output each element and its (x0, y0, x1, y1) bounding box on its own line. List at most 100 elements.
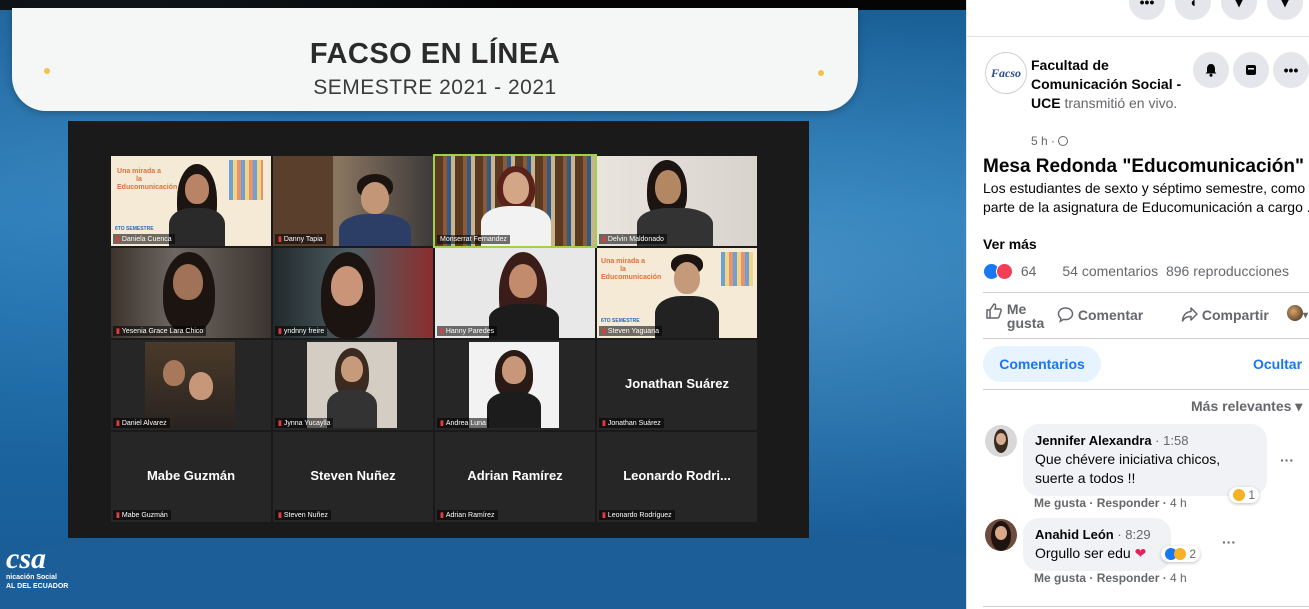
share-button[interactable]: Compartir (1181, 306, 1269, 326)
comment-more-icon[interactable]: ··· (1222, 534, 1236, 550)
participant-display-name: Mabe Guzmán (146, 468, 236, 483)
comment-bubble: Jennifer Alexandra · 1:58 Que chévere in… (1023, 424, 1267, 496)
user-avatar-icon (1287, 305, 1303, 321)
participant-tile: Leonardo Rodri... ▮ Leonardo Rodríguez (597, 432, 757, 522)
facso-logo: csa nicación Social AL DEL ECUADOR (6, 542, 69, 591)
participant-tile: Jonathan Suárez ▮ Jonathan Suárez (597, 340, 757, 430)
participant-name: ▮ Hanny Paredes (437, 326, 498, 336)
participant-name: ▮ Andrea Luna (437, 418, 489, 428)
chevron-down-icon: ▾ (1295, 398, 1303, 414)
participant-name: ▮ Delvin Maldonado (599, 234, 667, 244)
participant-tile: ▮ Jynna Yucaylla (273, 340, 433, 430)
more-options-icon[interactable]: ••• (1273, 52, 1309, 88)
messenger-icon[interactable]: ◖ (1175, 0, 1211, 20)
comment-avatar[interactable] (985, 519, 1017, 551)
participant-name: ▮ Steven Nuñez (275, 510, 331, 520)
view-count: 896 reproducciones (1165, 263, 1289, 279)
decor-dot (818, 70, 824, 76)
participant-tile: ▮ Hanny Paredes (435, 248, 595, 338)
globe-icon (1058, 136, 1069, 146)
promo-badge: 6TO SEMESTRE (601, 318, 640, 324)
participant-tile: Steven Nuñez ▮ Steven Nuñez (273, 432, 433, 522)
comment-avatar[interactable] (985, 425, 1017, 457)
participant-display-name: Leonardo Rodri... (623, 468, 731, 483)
reactions-bar[interactable]: 64 54 comentarios 896 reproducciones (983, 263, 1289, 280)
promo-text: Una mirada a la Educomunicación (117, 168, 178, 191)
notification-icon[interactable]: ▾ (1221, 0, 1257, 20)
participant-tile: ▮ Andrea Luna (435, 340, 595, 430)
post-timestamp[interactable]: 5 h · (1031, 134, 1069, 148)
comment-reactions[interactable]: 1 (1229, 487, 1260, 503)
post-description: Los estudiantes de sexto y séptimo semes… (983, 180, 1309, 215)
comment-reactions[interactable]: 2 (1161, 546, 1201, 562)
divider (983, 338, 1309, 339)
comment-video-time[interactable]: 8:29 (1125, 527, 1150, 542)
participant-tile-active: Monserrat Fernandez (433, 154, 597, 248)
divider (967, 36, 1309, 37)
hide-comments-link[interactable]: Ocultar (1253, 356, 1302, 372)
comment-meta: Me gusta · Responder · 4 h (1034, 496, 1187, 510)
like-button[interactable]: Me gusta (985, 302, 1044, 330)
save-icon[interactable] (1233, 52, 1269, 88)
participant-tile: ▮ yndnny freire (273, 248, 433, 338)
tab-comments[interactable]: Comentarios (983, 346, 1101, 382)
page-avatar[interactable]: Facso (985, 52, 1027, 94)
participant-name: ▮ Adrian Ramírez (437, 510, 498, 520)
divider (983, 292, 1309, 293)
comment-like-link[interactable]: Me gusta (1034, 571, 1086, 585)
title-banner: FACSO EN LÍNEA SEMESTRE 2021 - 2021 (12, 8, 858, 111)
heart-emoji-icon: ❤ (1134, 545, 1147, 561)
comment-icon (1057, 306, 1074, 326)
care-reaction-icon (1233, 489, 1245, 501)
comment-age[interactable]: 4 h (1170, 496, 1187, 510)
comment-reply-link[interactable]: Responder (1097, 571, 1160, 585)
reaction-count: 64 (1020, 263, 1037, 279)
live-video-player[interactable]: FACSO EN LÍNEA SEMESTRE 2021 - 2021 Una … (0, 0, 966, 609)
comment-age[interactable]: 4 h (1170, 571, 1187, 585)
care-reaction-icon (1174, 548, 1186, 560)
share-icon (1181, 306, 1198, 326)
participant-tile: ▮ Daniel Alvarez (111, 340, 271, 430)
participant-name: ▮ Steven Yaguana (599, 326, 662, 336)
participant-name: ▮ Jonathan Suárez (599, 418, 664, 428)
more-icon[interactable]: ••• (1129, 0, 1165, 20)
post-side-panel: ••• ◖ ▾ ▾ Facso Facultad de Comunicación… (966, 0, 1309, 609)
participant-tile: ▮ Danny Tapia (273, 156, 433, 246)
post-title: Mesa Redonda "Educomunicación" (983, 156, 1305, 177)
participant-tile: Una mirada a la Educomunicación 6TO SEME… (597, 248, 757, 338)
comment-like-link[interactable]: Me gusta (1034, 496, 1086, 510)
banner-subtitle: SEMESTRE 2021 - 2021 (313, 76, 557, 99)
comment-author[interactable]: Anahid León (1035, 527, 1114, 542)
participant-display-name: Jonathan Suárez (624, 376, 730, 391)
banner-title: FACSO EN LÍNEA (309, 38, 561, 70)
comment-sort-dropdown[interactable]: Más relevantes ▾ (1191, 398, 1302, 415)
promo-text: Una mirada a la Educomunicación (601, 258, 662, 281)
participant-name: ▮ Daniel Alvarez (113, 418, 170, 428)
account-icon[interactable]: ▾ (1267, 0, 1303, 20)
participant-name: ▮ Yesenia Grace Lara Chico (113, 326, 207, 336)
zoom-gallery: Una mirada a la Educomunicación 6TO SEME… (68, 121, 809, 538)
participant-name: ▮ Jynna Yucaylla (275, 418, 334, 428)
comment-count[interactable]: 54 comentarios (1062, 263, 1158, 279)
decor-dot (44, 68, 50, 74)
comment-bubble: Anahid León · 8:29 Orgullo ser edu ❤ (1023, 518, 1171, 571)
audience-selector[interactable]: ▾ (1287, 305, 1308, 321)
see-more-link[interactable]: Ver más (983, 236, 1037, 252)
screen: FACSO EN LÍNEA SEMESTRE 2021 - 2021 Una … (0, 0, 1309, 609)
divider (983, 606, 1309, 607)
thumbs-up-icon (985, 302, 1003, 323)
comment-reply-link[interactable]: Responder (1097, 496, 1160, 510)
participant-name: ▮ yndnny freire (275, 326, 328, 336)
comment-author[interactable]: Jennifer Alexandra (1035, 433, 1152, 448)
participant-name: ▮ Danny Tapia (275, 234, 326, 244)
bell-icon[interactable] (1193, 52, 1229, 88)
participant-display-name: Adrian Ramírez (467, 468, 563, 483)
participant-name: ▮ Daniela Cuenca (113, 234, 175, 244)
love-reaction-icon (996, 263, 1013, 280)
comment-more-icon[interactable]: ··· (1280, 452, 1294, 468)
post-author: Facultad de Comunicación Social - UCE tr… (1031, 56, 1183, 113)
comment-text: Que chévere iniciativa chicos, suerte a … (1035, 451, 1221, 486)
comment-button[interactable]: Comentar (1057, 306, 1143, 326)
comment-video-time[interactable]: 1:58 (1163, 433, 1188, 448)
promo-badge: 6TO SEMESTRE (115, 226, 154, 232)
